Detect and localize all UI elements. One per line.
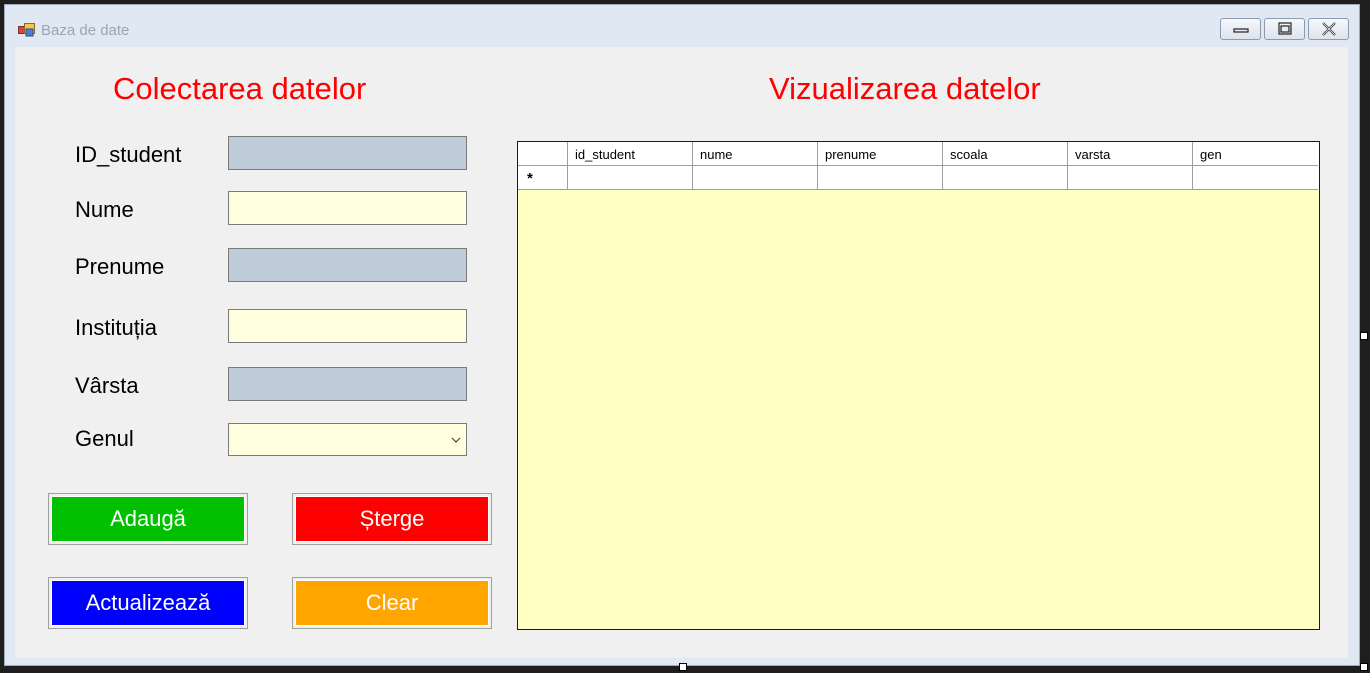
column-header-varsta[interactable]: varsta — [1068, 142, 1193, 166]
column-header-nume[interactable]: nume — [693, 142, 818, 166]
new-row[interactable]: * — [518, 166, 1319, 190]
resize-grip-corner[interactable] — [1360, 663, 1368, 671]
prenume-field[interactable] — [228, 248, 467, 282]
update-button[interactable]: Actualizează — [48, 577, 248, 629]
column-header-gen[interactable]: gen — [1193, 142, 1318, 166]
label-genul: Genul — [75, 426, 134, 451]
delete-button[interactable]: Șterge — [292, 493, 492, 545]
genul-dropdown[interactable] — [228, 423, 467, 456]
students-data-grid[interactable]: id_student nume prenume scoala varsta ge… — [517, 141, 1320, 630]
collect-heading: Colectarea datelor — [113, 71, 367, 106]
new-row-cell[interactable] — [568, 166, 693, 190]
close-button[interactable] — [1308, 18, 1349, 40]
resize-grip-bottom[interactable] — [679, 663, 687, 671]
varsta-field[interactable] — [228, 367, 467, 401]
main-window: Baza de date Colectarea datelor Vizualiz… — [4, 4, 1360, 666]
new-row-cell[interactable] — [818, 166, 943, 190]
add-button[interactable]: Adaugă — [48, 493, 248, 545]
label-prenume: Prenume — [75, 254, 165, 279]
grid-corner-cell[interactable] — [518, 142, 568, 166]
minimize-button[interactable] — [1220, 18, 1261, 40]
grid-header-row: id_student nume prenume scoala varsta ge… — [518, 142, 1319, 166]
resize-grip-right[interactable] — [1360, 332, 1368, 340]
label-varsta: Vârsta — [75, 373, 139, 398]
maximize-button[interactable] — [1264, 18, 1305, 40]
minimize-icon — [1233, 28, 1249, 33]
nume-field[interactable] — [228, 191, 467, 225]
id-student-field[interactable] — [228, 136, 467, 170]
label-id-student: ID_student — [75, 142, 182, 167]
label-nume: Nume — [75, 197, 134, 222]
column-header-prenume[interactable]: prenume — [818, 142, 943, 166]
chevron-down-icon — [451, 437, 461, 443]
view-heading: Vizualizarea datelor — [769, 71, 1041, 106]
new-row-marker[interactable]: * — [518, 166, 568, 190]
label-institutia: Instituția — [75, 315, 157, 340]
form-client-area: Colectarea datelor Vizualizarea datelor … — [15, 47, 1348, 658]
delete-button-label: Șterge — [295, 496, 489, 542]
title-bar[interactable]: Baza de date — [5, 5, 1359, 47]
app-form-icon — [18, 23, 35, 37]
new-row-cell[interactable] — [943, 166, 1068, 190]
institutia-field[interactable] — [228, 309, 467, 343]
window-title: Baza de date — [41, 22, 130, 39]
clear-button-label: Clear — [295, 580, 489, 626]
maximize-icon — [1278, 22, 1292, 35]
column-header-id-student[interactable]: id_student — [568, 142, 693, 166]
update-button-label: Actualizează — [51, 580, 245, 626]
clear-button[interactable]: Clear — [292, 577, 492, 629]
close-icon — [1322, 22, 1336, 36]
column-header-scoala[interactable]: scoala — [943, 142, 1068, 166]
new-row-cell[interactable] — [1068, 166, 1193, 190]
new-row-cell[interactable] — [1193, 166, 1318, 190]
add-button-label: Adaugă — [51, 496, 245, 542]
new-row-cell[interactable] — [693, 166, 818, 190]
